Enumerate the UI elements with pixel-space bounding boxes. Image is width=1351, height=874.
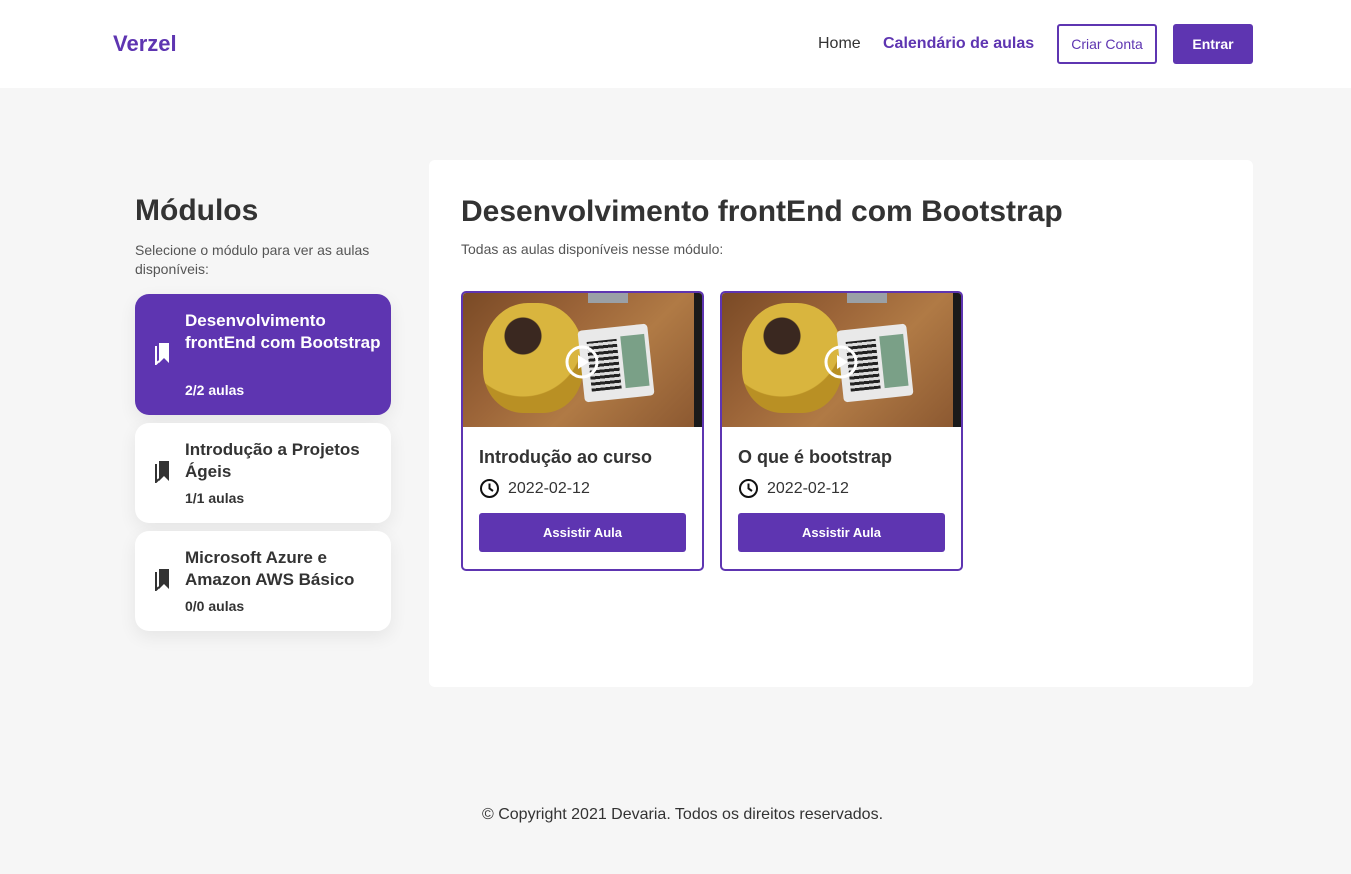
lessons-panel: Desenvolvimento frontEnd com Bootstrap T…: [429, 160, 1253, 687]
bookmark-icon: [155, 343, 169, 365]
lesson-thumbnail[interactable]: [722, 293, 961, 427]
lessons-subtitle: Todas as aulas disponíveis nesse módulo:: [461, 241, 724, 257]
module-item-frontend-bootstrap[interactable]: Desenvolvimento frontEnd com Bootstrap 2…: [135, 294, 391, 415]
lesson-date: 2022-02-12: [508, 480, 590, 497]
lesson-card: O que é bootstrap 2022-02-12 Assistir Au…: [720, 291, 963, 571]
module-lesson-count: 2/2 aulas: [185, 382, 245, 398]
clock-icon: [480, 479, 499, 498]
lesson-title: O que é bootstrap: [738, 447, 893, 467]
play-icon[interactable]: [824, 345, 858, 379]
nav-link-home[interactable]: Home: [818, 35, 861, 53]
lesson-card: Introdução ao curso 2022-02-12 Assistir …: [461, 291, 704, 571]
nav-link-calendar[interactable]: Calendário de aulas: [883, 35, 1034, 53]
module-title: Microsoft Azure e Amazon AWS Básico: [185, 548, 355, 589]
clock-icon: [739, 479, 758, 498]
module-heading: Desenvolvimento frontEnd com Bootstrap: [461, 195, 1063, 228]
module-title: Introdução a Projetos Ágeis: [185, 440, 360, 481]
module-lesson-count: 0/0 aulas: [185, 598, 245, 614]
play-icon[interactable]: [565, 345, 599, 379]
footer-copyright: © Copyright 2021 Devaria. Todos os direi…: [481, 806, 884, 823]
lesson-date: 2022-02-12: [767, 480, 849, 497]
bookmark-icon: [155, 461, 169, 483]
module-item-agile-projects[interactable]: Introdução a Projetos Ágeis 1/1 aulas: [135, 423, 391, 523]
modules-heading: Módulos: [135, 194, 259, 227]
bookmark-icon: [155, 569, 169, 591]
top-navbar: Verzel Home Calendário de aulas Criar Co…: [0, 0, 1351, 88]
modules-sidebar: Módulos Selecione o módulo para ver as a…: [135, 190, 391, 631]
modules-subtitle: Selecione o módulo para ver as aulas dis…: [135, 242, 370, 277]
create-account-button[interactable]: Criar Conta: [1057, 24, 1157, 64]
watch-lesson-button[interactable]: Assistir Aula: [738, 513, 945, 552]
lesson-thumbnail[interactable]: [463, 293, 702, 427]
lesson-title: Introdução ao curso: [479, 447, 653, 467]
module-item-azure-aws[interactable]: Microsoft Azure e Amazon AWS Básico 0/0 …: [135, 531, 391, 631]
brand-logo[interactable]: Verzel: [113, 31, 177, 57]
module-lesson-count: 1/1 aulas: [185, 490, 245, 506]
module-title: Desenvolvimento frontEnd com Bootstrap: [185, 311, 381, 352]
login-button[interactable]: Entrar: [1173, 24, 1253, 64]
watch-lesson-button[interactable]: Assistir Aula: [479, 513, 686, 552]
